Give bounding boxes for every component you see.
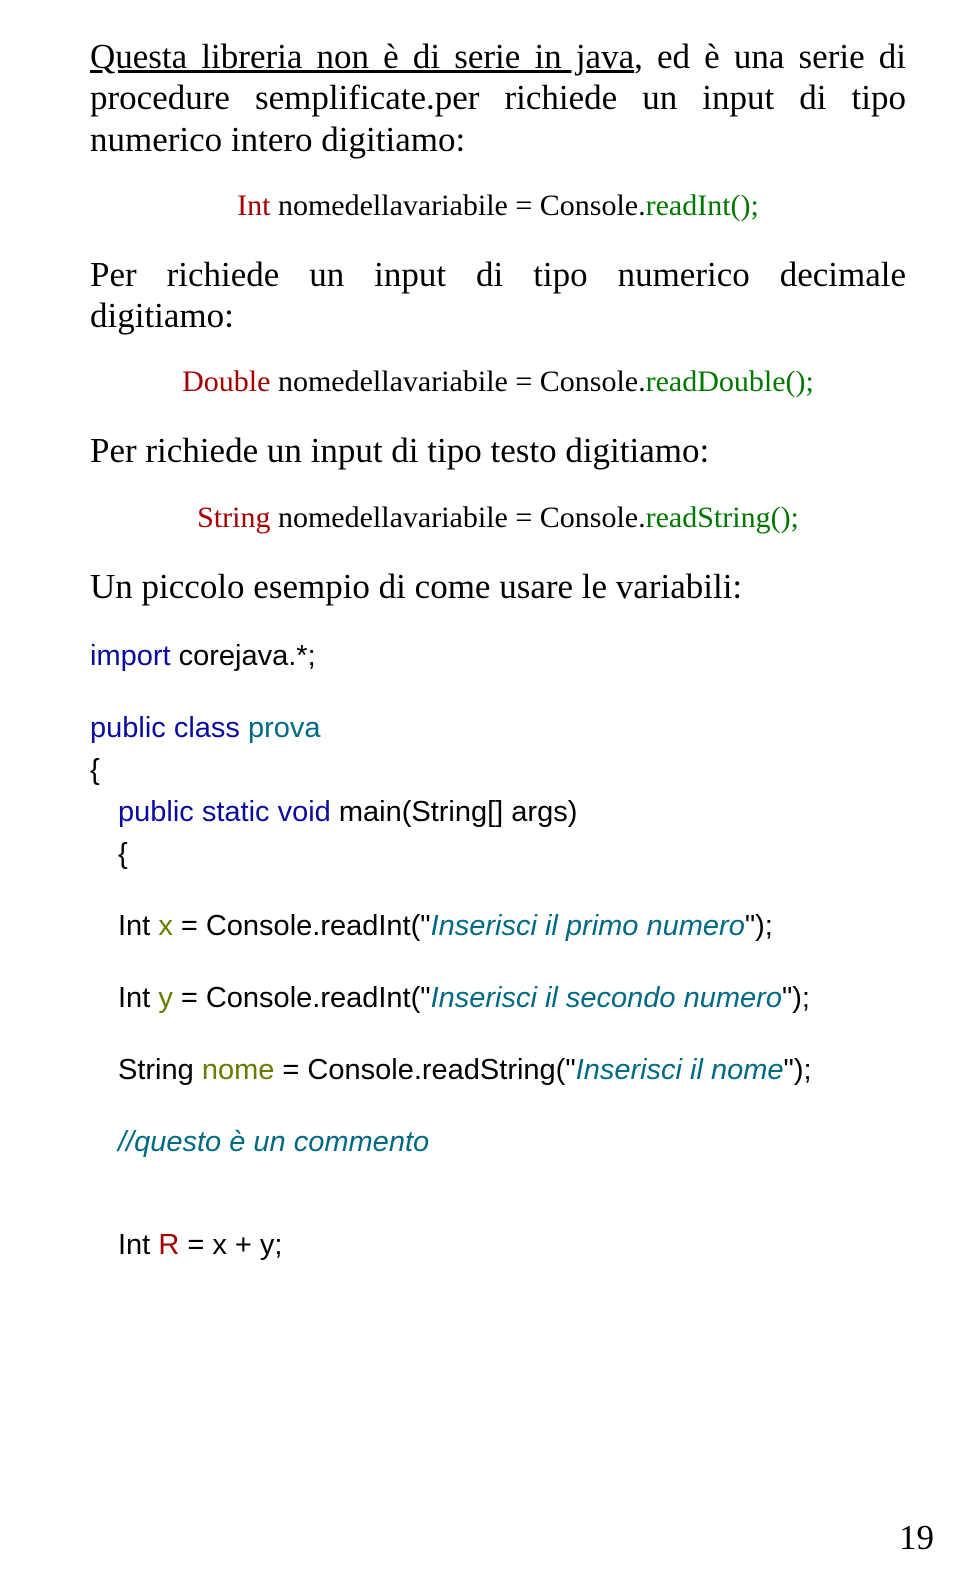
code-text: "); (784, 1054, 812, 1086)
code-keyword: static (202, 796, 270, 828)
code-type: Int (237, 189, 270, 222)
code-type: String (197, 501, 270, 534)
code-text: = Console.readInt(" (173, 910, 431, 942)
code-example-2: Double nomedellavariabile = Console.read… (90, 364, 906, 400)
code-keyword: public (90, 712, 166, 744)
paragraph-1: Questa libreria non è di serie in java, … (90, 36, 906, 160)
code-line: public static void main(String[] args) (118, 791, 906, 833)
code-line: Int R = x + y; (118, 1224, 906, 1266)
code-var: R (158, 1229, 179, 1261)
code-line: String nome = Console.readString("Inseri… (118, 1049, 906, 1091)
code-comment: //questo è un commento (118, 1121, 906, 1163)
code-text: corejava.*; (171, 640, 316, 672)
code-text: nomedellavariabile = Console. (270, 365, 645, 398)
code-brace: { (118, 833, 906, 875)
paragraph-2: Per richiede un input di tipo numerico d… (90, 254, 906, 337)
code-keyword: class (174, 712, 240, 744)
code-string: Inserisci il nome (576, 1054, 784, 1086)
code-text: main(String[] args) (331, 796, 578, 828)
code-var: nome (202, 1054, 275, 1086)
code-text: = Console.readString(" (274, 1054, 575, 1086)
code-text: "); (745, 910, 773, 942)
code-text: Int (118, 910, 158, 942)
code-type: Double (182, 365, 270, 398)
code-string: Inserisci il secondo numero (431, 982, 782, 1014)
code-text: Int (118, 1229, 158, 1261)
code-line: Int y = Console.readInt("Inserisci il se… (118, 977, 906, 1019)
code-keyword: public (118, 796, 194, 828)
code-text: nomedellavariabile = Console. (270, 189, 645, 222)
code-text: = Console.readInt(" (173, 982, 431, 1014)
code-keyword: void (278, 796, 331, 828)
code-var: y (158, 982, 173, 1014)
code-keyword: import (90, 640, 171, 672)
code-classname: prova (248, 712, 321, 744)
code-text: "); (782, 982, 810, 1014)
code-text: Int (118, 982, 158, 1014)
code-brace: { (90, 749, 906, 791)
code-text: nomedellavariabile = Console. (270, 501, 645, 534)
code-text: String (118, 1054, 202, 1086)
code-line: public class prova (90, 707, 906, 749)
code-block: import corejava.*; public class prova { … (90, 635, 906, 1265)
code-example-3: String nomedellavariabile = Console.read… (90, 500, 906, 536)
code-call: readDouble(); (646, 365, 814, 398)
page-number: 19 (899, 1518, 934, 1558)
code-example-1: Int nomedellavariabile = Console.readInt… (90, 188, 906, 224)
code-string: Inserisci il primo numero (431, 910, 745, 942)
code-var: x (158, 910, 173, 942)
code-call: readInt(); (646, 189, 759, 222)
code-call: readString(); (646, 501, 799, 534)
document-page: Questa libreria non è di serie in java, … (0, 0, 960, 1316)
paragraph-4: Un piccolo esempio di come usare le vari… (90, 566, 906, 607)
code-line: Int x = Console.readInt("Inserisci il pr… (118, 905, 906, 947)
text-underlined: Questa libreria non è di serie in java (90, 37, 634, 76)
code-line: import corejava.*; (90, 635, 906, 677)
paragraph-3: Per richiede un input di tipo testo digi… (90, 430, 906, 471)
code-text: = x + y; (179, 1229, 282, 1261)
